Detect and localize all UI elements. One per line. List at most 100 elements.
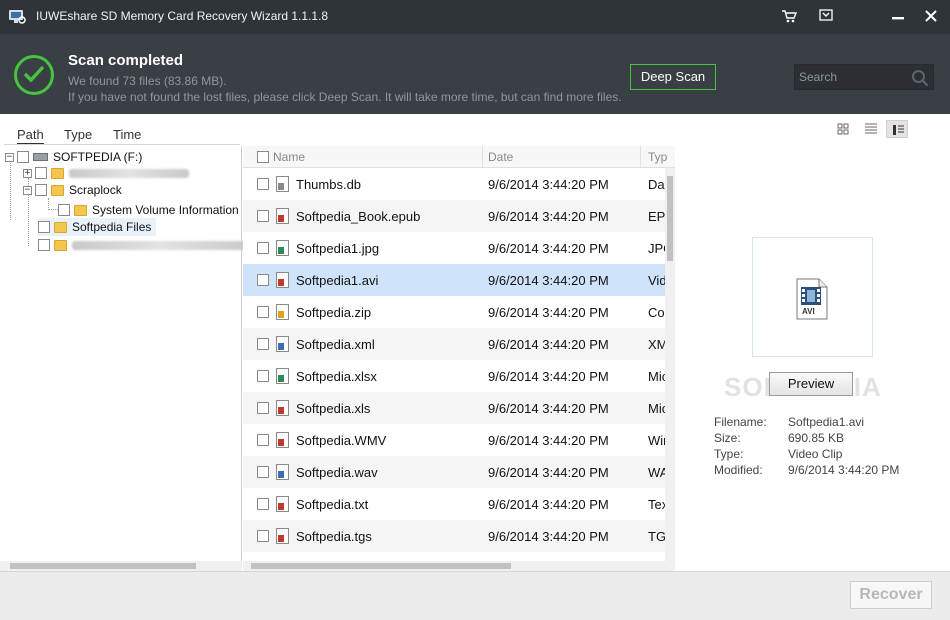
tree-item-hidden-folder[interactable] [38,236,250,254]
file-date: 9/6/2014 3:44:20 PM [488,432,609,448]
tree-checkbox[interactable] [58,204,70,216]
file-icon [276,368,289,384]
search-icon[interactable] [911,69,929,87]
file-checkbox[interactable] [257,306,269,318]
deep-scan-button[interactable]: Deep Scan [630,64,716,90]
file-checkbox[interactable] [257,466,269,478]
tree-checkbox[interactable] [17,151,29,163]
file-checkbox[interactable] [257,210,269,222]
file-row[interactable]: Softpedia_Book.epub 9/6/2014 3:44:20 PM EP… [243,200,668,232]
preview-thumbnail: AVI [752,237,873,357]
tab-time[interactable]: Time [113,127,141,142]
collapse-icon[interactable]: − [23,185,32,195]
file-checkbox[interactable] [257,178,269,190]
cart-icon[interactable] [780,9,798,25]
column-name[interactable]: Name [273,146,483,168]
tab-path[interactable]: Path [17,127,44,145]
select-all-checkbox[interactable] [257,151,269,163]
file-row[interactable]: Softpedia1.jpg9/6/2014 3:44:20 PMJPG [243,232,668,264]
scrollbar-thumb[interactable] [251,563,511,569]
meta-label: Size: [714,431,741,445]
file-icon [276,400,289,416]
tree-item-label: Scraplock [69,183,122,197]
file-name: Softpedia.zip [296,304,372,320]
meta-value: Softpedia1.avi [788,415,865,429]
close-icon[interactable] [922,9,940,25]
folder-icon [54,239,67,251]
file-checkbox[interactable] [257,370,269,382]
tree-horizontal-scrollbar[interactable] [0,561,242,571]
meta-size: Size: 690.85 KB [714,431,844,445]
preview-button[interactable]: Preview [769,372,853,396]
recover-button[interactable]: Recover [850,581,932,609]
file-checkbox[interactable] [257,242,269,254]
tree-checkbox[interactable] [38,221,50,233]
file-row[interactable]: Softpedia.xml9/6/2014 3:44:20 PMXML [243,328,668,360]
column-type[interactable]: Type [648,146,668,168]
collapse-icon[interactable]: − [5,152,14,162]
file-checkbox[interactable] [257,338,269,350]
tree-item-softpedia-files[interactable]: Softpedia Files [38,218,156,236]
file-row[interactable]: Softpedia.WMV9/6/2014 3:44:20 PMWindows [243,424,668,456]
files-found-text: We found 73 files (83.86 MB). [68,74,227,88]
file-date: 9/6/2014 3:44:20 PM [488,208,609,224]
meta-label: Type: [714,447,744,461]
file-row[interactable]: Softpedia.tgs9/6/2014 3:44:20 PMTGS [243,520,668,552]
scan-status-panel: Scan completed We found 73 files (83.86 … [0,34,950,114]
tree-checkbox[interactable] [35,184,47,196]
tree-item-system-volume-information[interactable]: System Volume Information [58,201,239,219]
file-row[interactable]: Softpedia.wav9/6/2014 3:44:20 PMWAV [243,456,668,488]
file-checkbox[interactable] [257,498,269,510]
file-date: 9/6/2014 3:44:20 PM [488,528,609,544]
meta-value: Video Clip [788,447,843,461]
grid-view-icon[interactable] [832,120,854,138]
file-date: 9/6/2014 3:44:20 PM [488,496,609,512]
tab-type[interactable]: Type [64,127,92,142]
file-row[interactable]: Softpedia.zip9/6/2014 3:44:20 PMCompress… [243,296,668,328]
folder-icon [51,167,64,179]
tree-checkbox[interactable] [38,239,50,251]
scrollbar-thumb[interactable] [10,563,196,569]
file-row[interactable]: Softpedia1.avi9/6/2014 3:44:20 PMVideo [243,264,668,296]
search-input[interactable] [799,68,909,86]
detail-view-icon[interactable] [886,120,908,138]
tree-checkbox[interactable] [35,167,47,179]
list-horizontal-scrollbar[interactable] [243,561,675,571]
file-name: Softpedia1.jpg [296,240,380,256]
list-view-icon[interactable] [860,120,882,138]
file-row[interactable]: Softpedia.xls9/6/2014 3:44:20 PMMicrosof… [243,392,668,424]
folder-icon [51,184,64,196]
file-checkbox[interactable] [257,402,269,414]
tree-item-scraplock[interactable]: − Scraplock [23,181,122,199]
tree-connector [10,160,11,220]
file-row[interactable]: Thumbs.db9/6/2014 3:44:20 PMData [243,168,668,200]
title-bar: IUWEshare SD Memory Card Recovery Wizard… [0,0,950,34]
tree-item-label: SOFTPEDIA (F:) [53,150,143,164]
column-date[interactable]: Date [488,146,641,168]
app-icon [8,8,26,24]
minimize-icon[interactable] [889,9,907,25]
file-row[interactable]: Softpedia.txt9/6/2014 3:44:20 PMText [243,488,668,520]
scan-status-title: Scan completed [68,52,184,69]
file-date: 9/6/2014 3:44:20 PM [488,272,609,288]
file-icon [276,432,289,448]
file-icon [276,464,289,480]
file-row[interactable]: Softpedia.xlsx9/6/2014 3:44:20 PMMicroso… [243,360,668,392]
vertical-scrollbar[interactable] [665,168,675,571]
dropdown-icon[interactable] [817,9,835,25]
file-icon [276,528,289,544]
file-date: 9/6/2014 3:44:20 PM [488,240,609,256]
meta-value: 9/6/2014 3:44:20 PM [788,463,900,477]
tree-item-hidden-folder[interactable]: + [23,164,189,182]
file-checkbox[interactable] [257,274,269,286]
tabs-divider [4,144,240,145]
expand-icon[interactable]: + [23,168,32,178]
scrollbar-thumb[interactable] [667,176,673,261]
file-checkbox[interactable] [257,530,269,542]
meta-filename: Filename: Softpedia1.avi [714,415,864,429]
tree-item-label: System Volume Information [92,203,239,217]
search-box[interactable] [794,64,934,90]
file-date: 9/6/2014 3:44:20 PM [488,368,609,384]
file-icon [276,176,289,192]
file-checkbox[interactable] [257,434,269,446]
